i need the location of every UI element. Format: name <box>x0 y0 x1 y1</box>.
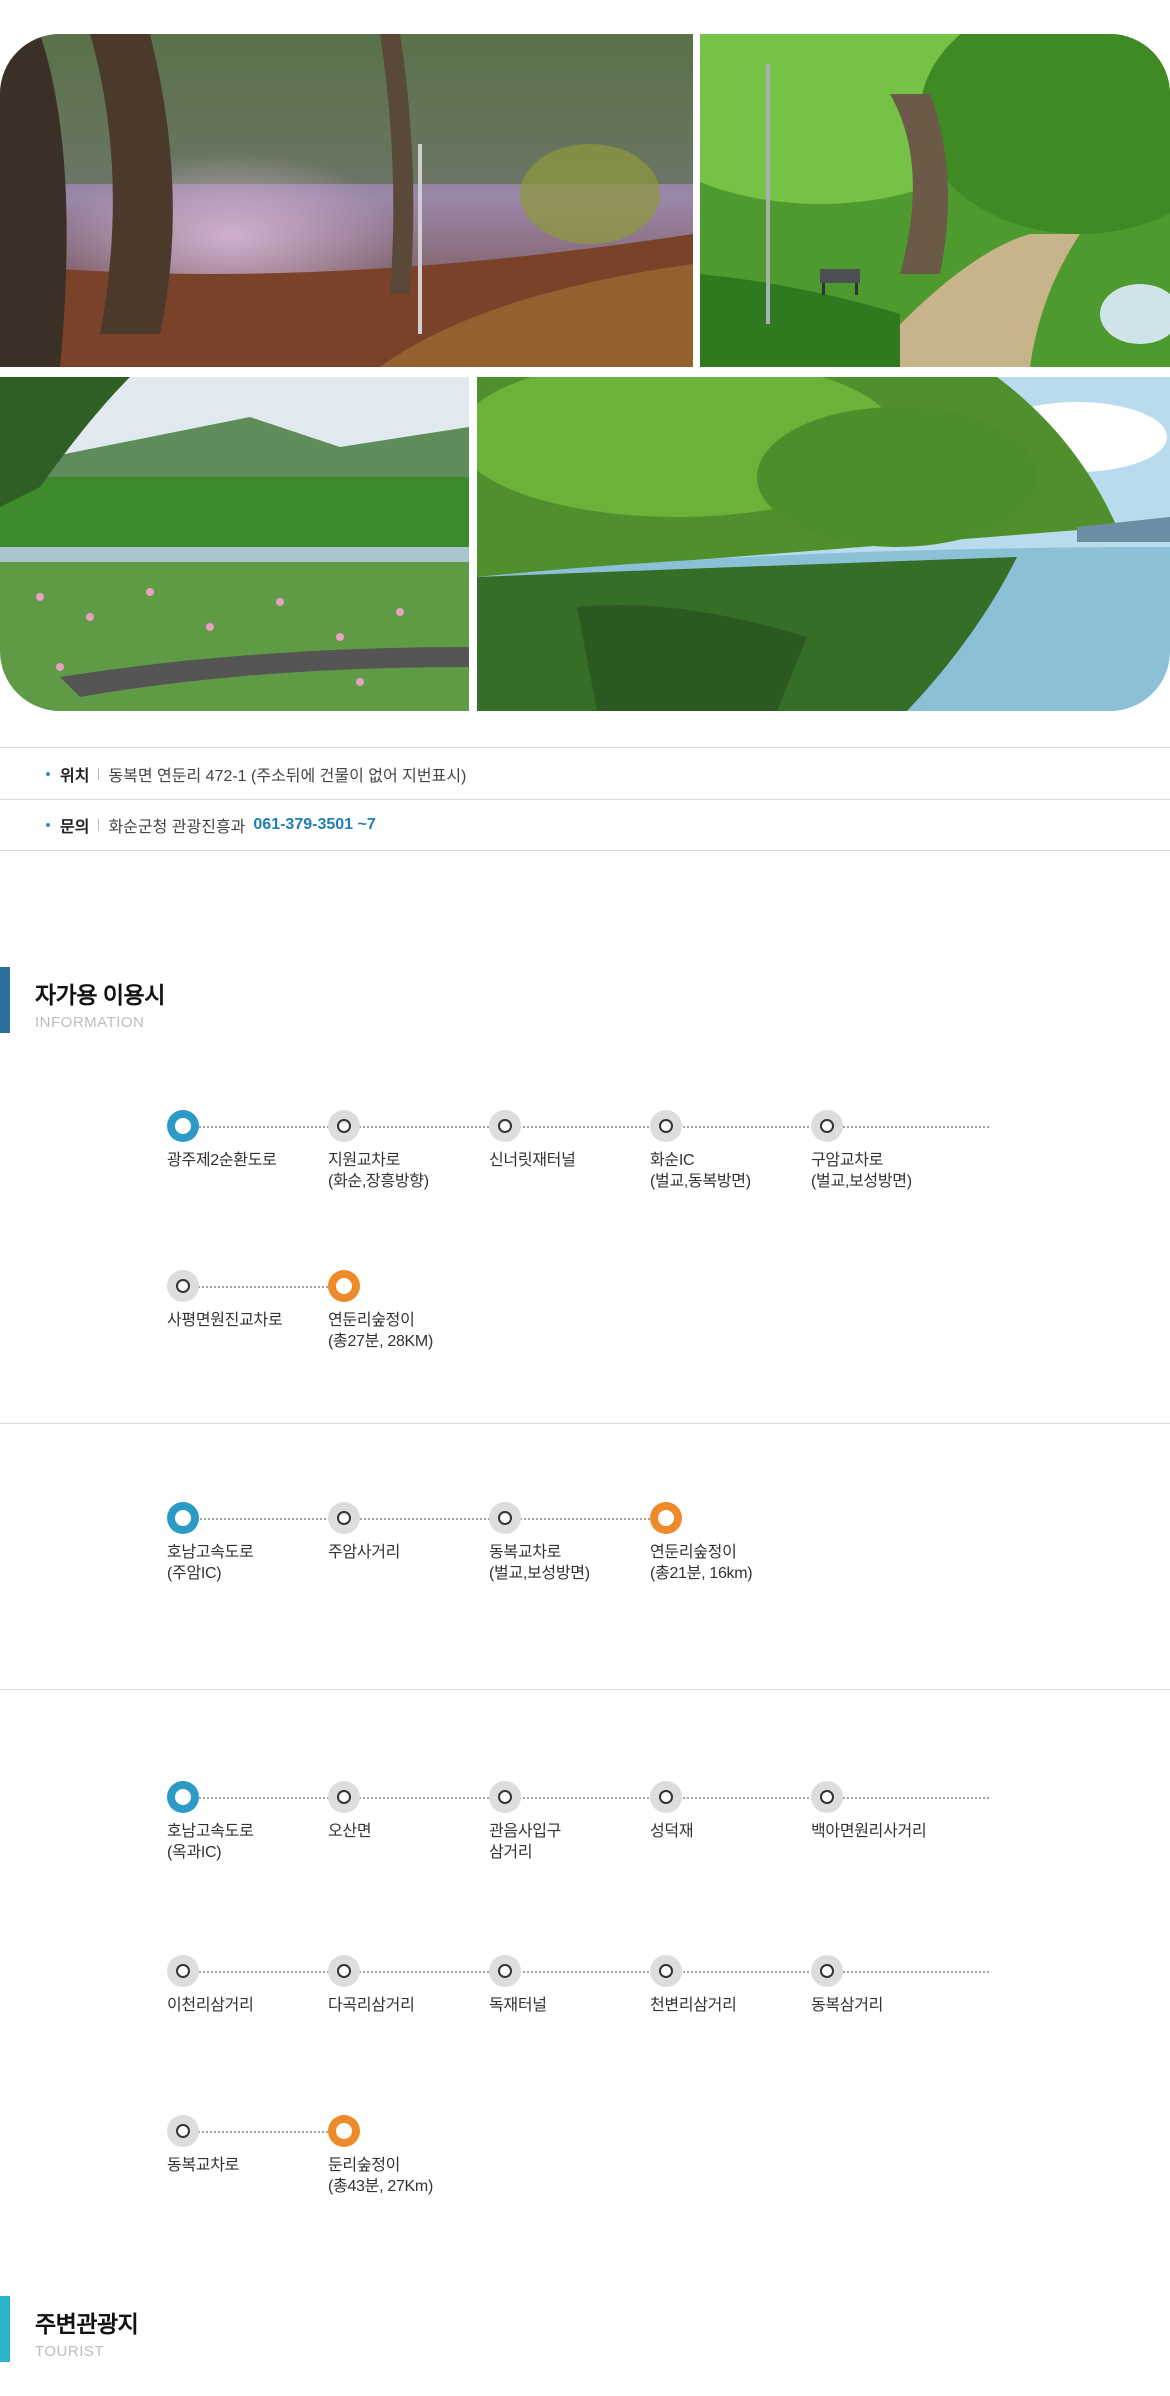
route-stop-label: 오산면 <box>328 1823 372 1840</box>
route-divider <box>0 1423 1170 1424</box>
waypoint-icon <box>489 1781 521 1813</box>
route-connector-line <box>183 1971 989 1973</box>
waypoint-icon <box>167 1955 199 1987</box>
route-stop-label: 화순IC (벌교,동복방면) <box>650 1152 751 1190</box>
info-list: 위치 동복면 연둔리 472-1 (주소뒤에 건물이 없어 지번표시) 문의 화… <box>0 747 1170 851</box>
route-stop-label: 사평면원진교차로 <box>167 1312 283 1329</box>
foggy-forest-path-photo <box>0 34 693 367</box>
waypoint-icon <box>328 1781 360 1813</box>
waypoint-icon <box>650 1781 682 1813</box>
waypoint-icon <box>328 1502 360 1534</box>
section-title: 자가용 이용시 <box>35 982 165 1008</box>
contact-phone-link[interactable]: 061-379-3501 ~7 <box>253 816 375 834</box>
waypoint-icon <box>811 1955 843 1987</box>
green-tree-path-bench-photo <box>700 34 1170 367</box>
route-connector-line <box>183 1518 666 1520</box>
route-stop-label: 연둔리숲정이 (총21분, 16km) <box>650 1544 753 1582</box>
location-label: 위치 <box>60 767 90 785</box>
route-divider <box>0 1689 1170 1690</box>
destination-icon <box>650 1502 682 1534</box>
destination-icon <box>328 2115 360 2147</box>
route-stop-label: 지원교차로 (화순,장흥방향) <box>328 1152 429 1190</box>
waypoint-icon <box>650 1110 682 1142</box>
contact-label: 문의 <box>60 819 90 836</box>
location-value: 동복면 연둔리 472-1 (주소뒤에 건물이 없어 지번표시) <box>108 767 467 785</box>
route-row: 호남고속도로 (주암IC) 주암사거리 동복교차로 (벌교,보성방면) 연둔리숲정이 … <box>167 1502 989 1582</box>
route-stop-label: 주암사거리 <box>328 1544 401 1561</box>
bullet-icon <box>46 771 50 776</box>
route-stop-label: 관음사입구 삼거리 <box>489 1823 562 1861</box>
photo-gallery <box>0 34 1170 711</box>
route-stop-label: 신너릿재터널 <box>489 1152 576 1169</box>
route-row: 동복교차로 둔리숲정이 (총43분, 27Km) <box>167 2115 989 2195</box>
route-stop-label: 동복삼거리 <box>811 1997 884 2014</box>
waypoint-icon <box>489 1110 521 1142</box>
route-connector-line <box>183 1126 989 1128</box>
route-stop-label: 둔리숲정이 (총43분, 27Km) <box>328 2157 433 2195</box>
river-reflection-forest-photo <box>477 377 1170 711</box>
info-row-contact: 문의 화순군청 관광진흥과 061-379-3501 ~7 <box>0 799 1170 851</box>
route-stop-label: 다곡리삼거리 <box>328 1997 415 2014</box>
start-point-icon <box>167 1110 199 1142</box>
section-subtitle: TOURIST <box>35 2343 105 2360</box>
section-subtitle: INFORMATION <box>35 1014 145 1031</box>
route-stop-label: 구암교차로 (벌교,보성방면) <box>811 1152 912 1190</box>
route-connector-line <box>183 2131 344 2133</box>
route-stop-label: 성덕재 <box>650 1823 694 1840</box>
route-row: 이천리삼거리 다곡리삼거리 독재터널 천변리삼거리 동복삼거리 <box>167 1955 989 2035</box>
route-stop-label: 호남고속도로 (옥과IC) <box>167 1823 254 1861</box>
route-stop-label: 동복교차로 (벌교,보성방면) <box>489 1544 590 1582</box>
route-row: 광주제2순환도로 지원교차로 (화순,장흥방향) 신너릿재터널 화순IC (벌교,동복… <box>167 1110 989 1190</box>
waypoint-icon <box>167 1270 199 1302</box>
route-connector-line <box>183 1797 989 1799</box>
route-stop-label: 이천리삼거리 <box>167 1997 254 2014</box>
waypoint-icon <box>167 2115 199 2147</box>
route-stop-label: 천변리삼거리 <box>650 1997 737 2014</box>
contact-value: 화순군청 관광진흥과 <box>108 819 246 836</box>
start-point-icon <box>167 1781 199 1813</box>
info-row-location: 위치 동복면 연둔리 472-1 (주소뒤에 건물이 없어 지번표시) <box>0 747 1170 799</box>
separator <box>98 767 100 780</box>
section-heading-car: 자가용 이용시 INFORMATION <box>0 967 165 1033</box>
route-connector-line <box>183 1286 344 1288</box>
waypoint-icon <box>328 1955 360 1987</box>
route-stop-label: 광주제2순환도로 <box>167 1152 277 1169</box>
route-stop-label: 동복교차로 <box>167 2157 240 2174</box>
route-stop-label: 연둔리숲정이 (총27분, 28KM) <box>328 1312 433 1350</box>
destination-icon <box>328 1270 360 1302</box>
start-point-icon <box>167 1502 199 1534</box>
route-stop-label: 백아면원리사거리 <box>811 1823 927 1840</box>
route-stop-label: 호남고속도로 (주암IC) <box>167 1544 254 1582</box>
section-heading-tourist: 주변관광지 TOURIST <box>0 2296 139 2362</box>
waypoint-icon <box>489 1502 521 1534</box>
section-title: 주변관광지 <box>35 2311 139 2337</box>
waypoint-icon <box>650 1955 682 1987</box>
route-stop-label: 독재터널 <box>489 1997 547 2014</box>
route-row: 호남고속도로 (옥과IC) 오산면 관음사입구 삼거리 성덕재 백아면원리사거리 <box>167 1781 989 1861</box>
waypoint-icon <box>811 1110 843 1142</box>
separator <box>98 819 100 831</box>
waypoint-icon <box>328 1110 360 1142</box>
waypoint-icon <box>811 1781 843 1813</box>
bullet-icon <box>46 823 50 827</box>
route-row: 사평면원진교차로 연둔리숲정이 (총27분, 28KM) <box>167 1270 989 1350</box>
flower-field-river-photo <box>0 377 469 711</box>
waypoint-icon <box>489 1955 521 1987</box>
